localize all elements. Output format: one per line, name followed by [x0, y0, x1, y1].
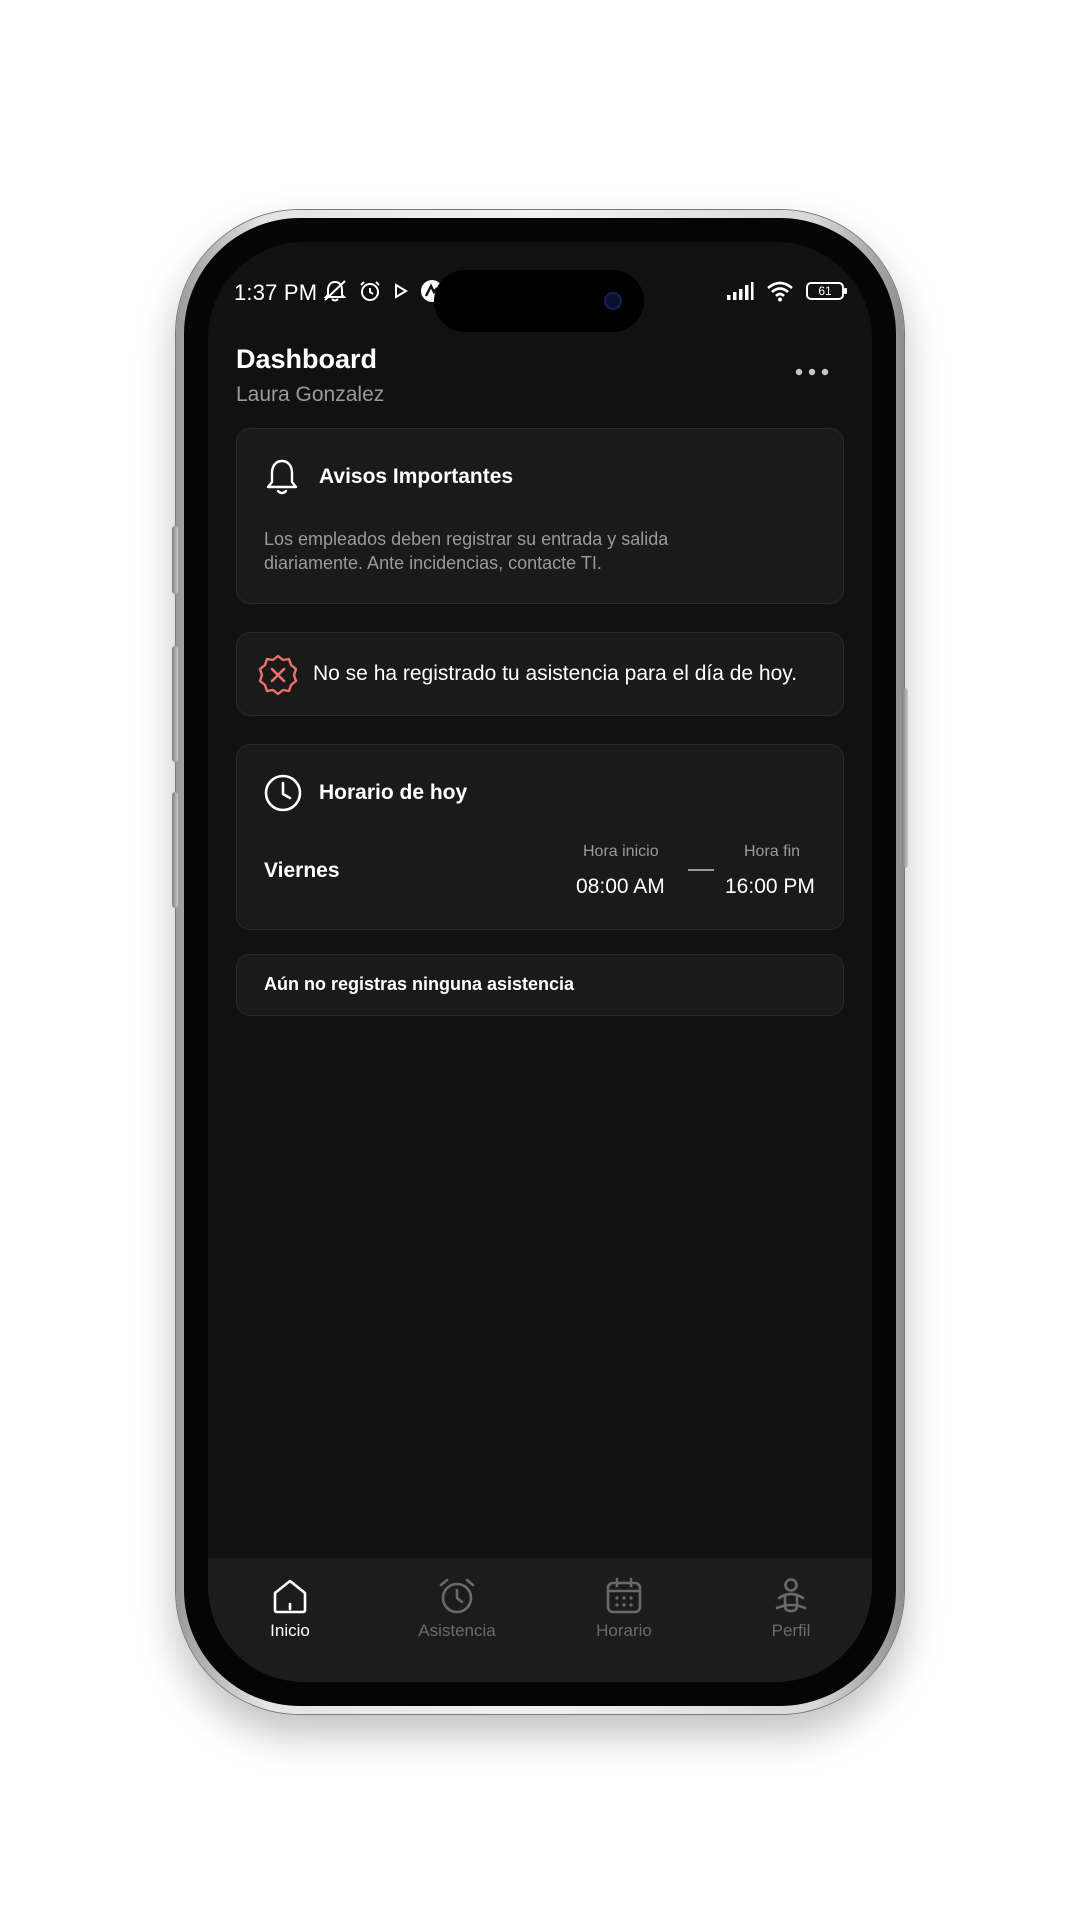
error-badge-icon: [258, 654, 298, 696]
alarm-clock-icon: [439, 1578, 475, 1614]
attendance-alert-card: No se ha registrado tu asistencia para e…: [236, 632, 844, 716]
volume-down-button: [172, 792, 178, 908]
end-time-value: 16:00 PM: [725, 875, 815, 898]
status-icons-right: 61: [726, 280, 847, 302]
battery-indicator: 61: [806, 282, 847, 300]
bell-icon: [266, 459, 298, 495]
app-screen: 1:37 PM 61 Dashboard Laura Gonzalez Avis…: [208, 242, 872, 1682]
nav-item-horario[interactable]: Horario: [564, 1576, 684, 1641]
action-button: [172, 526, 178, 594]
bottom-navigation: Inicio Asistencia Horario Perfil: [208, 1558, 872, 1682]
play-store-icon: [395, 283, 408, 299]
calendar-icon: [606, 1577, 642, 1614]
schedule-day: Viernes: [264, 859, 340, 882]
nav-label-horario: Horario: [596, 1621, 652, 1640]
home-icon: [273, 1579, 307, 1614]
end-time-label: Hora fin: [744, 843, 801, 860]
dynamic-island: [434, 270, 644, 332]
more-options-button[interactable]: [790, 354, 834, 390]
page-title: Dashboard: [236, 344, 378, 374]
person-icon: [775, 1578, 807, 1613]
time-separator: [688, 869, 714, 871]
nav-label-perfil: Perfil: [771, 1621, 811, 1640]
status-bar: 1:37 PM 61: [208, 242, 872, 332]
volume-up-button: [172, 646, 178, 762]
signal-icon: [727, 282, 754, 300]
wifi-icon: [767, 281, 793, 302]
attendance-history-card: Aún no registras ninguna asistencia: [236, 954, 844, 1016]
start-time-label: Hora inicio: [583, 843, 659, 860]
status-icons-left: [322, 279, 444, 303]
notice-title: Avisos Importantes: [319, 465, 514, 488]
notice-card: Avisos Importantes Los empleados deben r…: [236, 428, 844, 604]
nav-label-asistencia: Asistencia: [418, 1621, 496, 1640]
nav-item-inicio[interactable]: Inicio: [230, 1576, 350, 1641]
nav-item-perfil[interactable]: Perfil: [731, 1576, 851, 1641]
nav-item-asistencia[interactable]: Asistencia: [397, 1576, 517, 1641]
status-time: 1:37 PM: [234, 280, 318, 305]
clock-icon: [264, 774, 302, 812]
camera-icon: [604, 292, 622, 310]
user-name: Laura Gonzalez: [236, 383, 385, 406]
notice-text: Los empleados deben registrar su entrada…: [264, 529, 669, 573]
page-header: Dashboard Laura Gonzalez: [236, 344, 844, 407]
start-time-value: 08:00 AM: [576, 875, 665, 898]
attendance-alert-text: No se ha registrado tu asistencia para e…: [313, 662, 798, 685]
schedule-card: Horario de hoy Viernes Hora inicio 08:00…: [236, 744, 844, 930]
power-button: [902, 688, 908, 868]
bell-off-icon: [323, 280, 347, 302]
alarm-icon: [360, 281, 380, 301]
phone-frame: 1:37 PM 61 Dashboard Laura Gonzalez Avis…: [172, 210, 908, 1714]
schedule-title: Horario de hoy: [319, 781, 468, 804]
nav-label-inicio: Inicio: [270, 1621, 310, 1640]
attendance-empty-text: Aún no registras ninguna asistencia: [264, 974, 575, 994]
more-horizontal-icon: [795, 368, 829, 376]
